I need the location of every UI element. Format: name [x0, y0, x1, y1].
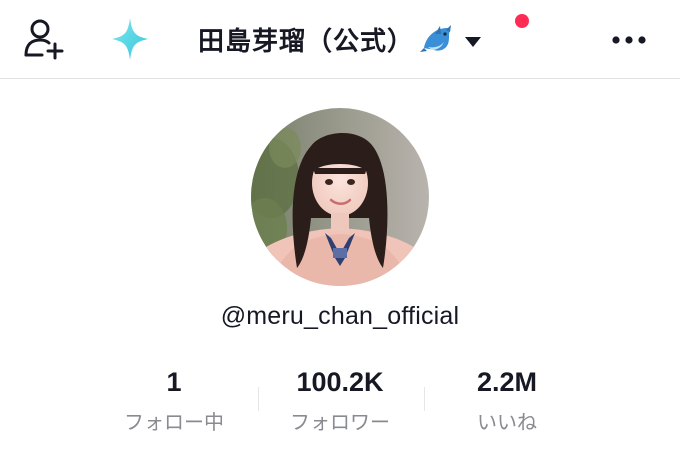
stat-value: 100.2K: [296, 367, 384, 397]
profile-title: 田島芽瑠（公式）: [198, 26, 415, 57]
stat-followers[interactable]: 100.2K フォロワー: [255, 362, 425, 437]
profile-stats: 1 フォロー中 100.2K フォロワー 2.2M いいね: [0, 362, 680, 452]
notification-dot: [515, 14, 529, 28]
stat-label: いいね: [477, 410, 537, 434]
more-options-button[interactable]: [604, 20, 654, 60]
avatar[interactable]: [251, 108, 429, 286]
profile-screen: 田島芽瑠（公式） @meru_chan_official 1 フォロー中 100…: [0, 0, 680, 467]
stat-label: フォロワー: [290, 410, 390, 434]
sparkle-button[interactable]: [108, 15, 152, 63]
stat-value: 1: [166, 367, 182, 397]
profile-username: @meru_chan_official: [220, 302, 460, 330]
caret-down-icon: [464, 33, 482, 47]
add-friend-icon: [24, 19, 64, 60]
sparkle-icon: [112, 18, 148, 60]
avatar-photo: [251, 108, 429, 286]
add-friend-button[interactable]: [22, 15, 70, 63]
top-bar: 田島芽瑠（公式）: [0, 0, 680, 79]
stat-following[interactable]: 1 フォロー中: [89, 362, 259, 437]
stat-label: フォロー中: [124, 410, 224, 434]
stat-value: 2.2M: [476, 367, 538, 397]
account-switcher[interactable]: 田島芽瑠（公式）: [198, 14, 482, 64]
stat-likes[interactable]: 2.2M いいね: [422, 362, 592, 437]
more-icon: [612, 36, 646, 44]
dolphin-icon: [420, 22, 454, 56]
